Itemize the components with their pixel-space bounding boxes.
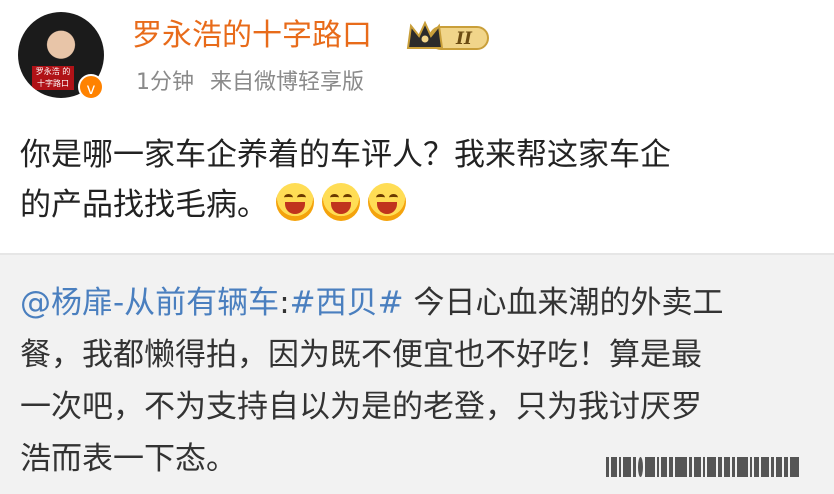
- avatar-caption: 罗永浩 的十字路口: [32, 66, 74, 90]
- laughing-emoji-icon: [322, 183, 360, 221]
- laughing-emoji-icon: [276, 183, 314, 221]
- hashtag-link[interactable]: #西贝#: [290, 285, 404, 321]
- repost-body: @杨扉-从前有辆车:#西贝# 今日心血来潮的外卖工 餐，我都懒得拍，因为既不便宜…: [20, 277, 832, 485]
- post-line-with-emojis: 的产品找找毛病。: [20, 180, 832, 230]
- badge-level: II: [455, 29, 473, 49]
- repost-text: 今日心血来潮的外卖工: [403, 285, 724, 321]
- post-body: 你是哪一家车企养着的车评人？我来帮这家车企 的产品找找毛病。: [20, 130, 832, 230]
- mention-link[interactable]: @杨扉-从前有辆车: [20, 285, 279, 321]
- post-line: 的产品找找毛病。: [20, 187, 268, 223]
- barcode-watermark-icon: [606, 457, 822, 477]
- post-source[interactable]: 来自微博轻享版: [210, 70, 364, 95]
- post-time: 1分钟: [136, 70, 194, 95]
- post-line: 你是哪一家车企养着的车评人？我来帮这家车企: [20, 137, 671, 173]
- post-meta: 1分钟 来自微博轻享版: [136, 68, 364, 98]
- repost-line: @杨扉-从前有辆车:#西贝# 今日心血来潮的外卖工: [20, 277, 832, 329]
- crown-badge-icon[interactable]: II: [406, 20, 490, 54]
- repost-line: 餐，我都懒得拍，因为既不便宜也不好吃！算是最: [20, 337, 702, 373]
- laughing-emoji-icon: [368, 183, 406, 221]
- username[interactable]: 罗永浩的十字路口: [132, 16, 372, 56]
- verified-badge-icon: v: [78, 74, 104, 100]
- mention-colon: :: [279, 285, 290, 321]
- repost-line: 一次吧，不为支持自以为是的老登，只为我讨厌罗: [20, 389, 702, 425]
- post-header: 罗永浩 的十字路口 v 罗永浩的十字路口 II 1分钟 来自微博轻享版: [0, 0, 834, 120]
